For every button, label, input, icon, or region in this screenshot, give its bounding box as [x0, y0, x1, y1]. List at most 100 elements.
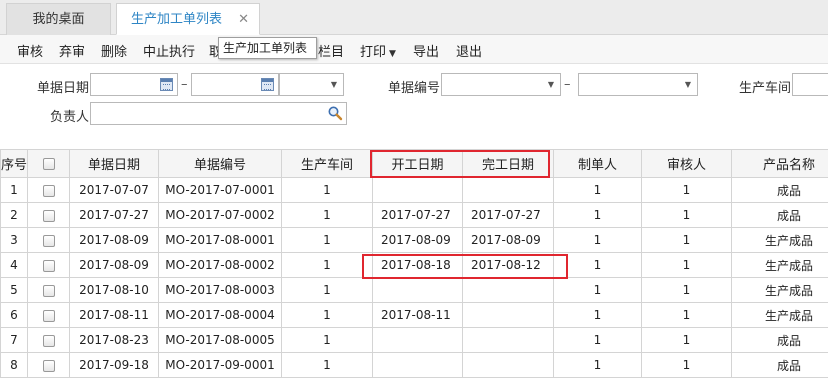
row-seq: 3 [0, 227, 28, 253]
row-end-date: 2017-08-09 [462, 227, 554, 253]
owner-input[interactable] [90, 102, 347, 125]
row-end-date [462, 277, 554, 303]
doc-number-from-select[interactable]: ▼ [441, 73, 561, 96]
select-all-checkbox[interactable] [42, 157, 55, 170]
column-header-workshop[interactable]: 生产车间 [281, 149, 373, 178]
table-row[interactable]: 4 2017-08-09 MO-2017-08-0002 1 2017-08-1… [0, 252, 828, 278]
row-doc-number[interactable]: MO-2017-07-0001 [158, 177, 282, 203]
chevron-down-icon: ▼ [330, 80, 337, 89]
row-product: 生产成品 [731, 252, 828, 278]
row-start-date [372, 177, 463, 203]
row-checkbox[interactable] [42, 259, 55, 272]
row-auditor: 1 [641, 227, 732, 253]
table-row[interactable]: 2 2017-07-27 MO-2017-07-0002 1 2017-07-2… [0, 202, 828, 228]
workshop-input[interactable] [792, 73, 828, 96]
row-end-date [462, 327, 554, 353]
row-select [27, 327, 70, 353]
row-product: 成品 [731, 202, 828, 228]
row-select [27, 227, 70, 253]
column-header-start-date[interactable]: 开工日期 [372, 149, 463, 178]
chevron-down-icon: ▼ [547, 80, 554, 89]
stop-execution-button[interactable]: 中止执行 [143, 41, 195, 60]
row-creator: 1 [553, 277, 642, 303]
row-creator: 1 [553, 327, 642, 353]
row-end-date [462, 177, 554, 203]
export-button[interactable]: 导出 [413, 41, 439, 60]
row-seq: 7 [0, 327, 28, 353]
exit-button[interactable]: 退出 [456, 41, 482, 60]
table-row[interactable]: 1 2017-07-07 MO-2017-07-0001 1 1 1 成品 [0, 177, 828, 203]
row-doc-number[interactable]: MO-2017-08-0001 [158, 227, 282, 253]
row-doc-number[interactable]: MO-2017-08-0002 [158, 252, 282, 278]
production-order-table: 序号 单据日期 单据编号 生产车间 开工日期 完工日期 制单人 审核人 产品名称… [0, 149, 828, 378]
unapprove-button[interactable]: 弃审 [59, 41, 85, 60]
doc-number-to-select[interactable]: ▼ [578, 73, 698, 96]
row-select [27, 302, 70, 328]
column-header-doc-number[interactable]: 单据编号 [158, 149, 282, 178]
row-select [27, 177, 70, 203]
row-checkbox[interactable] [42, 184, 55, 197]
row-creator: 1 [553, 202, 642, 228]
column-header-select[interactable] [27, 149, 70, 178]
row-end-date: 2017-07-27 [462, 202, 554, 228]
row-product: 生产成品 [731, 277, 828, 303]
row-product: 成品 [731, 327, 828, 353]
table-header-row: 序号 单据日期 单据编号 生产车间 开工日期 完工日期 制单人 审核人 产品名称 [0, 149, 828, 178]
date-to-input[interactable] [191, 73, 279, 96]
row-doc-number[interactable]: MO-2017-08-0003 [158, 277, 282, 303]
column-header-doc-date[interactable]: 单据日期 [69, 149, 159, 178]
range-dash: – [181, 77, 188, 92]
row-doc-date: 2017-08-09 [69, 227, 159, 253]
row-checkbox[interactable] [42, 209, 55, 222]
row-doc-number[interactable]: MO-2017-08-0004 [158, 302, 282, 328]
doc-number-label: 单据编号 [388, 81, 441, 96]
tab-production-order-list[interactable]: 生产加工单列表 ✕ [116, 3, 260, 35]
date-range-select[interactable]: ▼ [279, 73, 344, 96]
row-creator: 1 [553, 352, 642, 378]
delete-button[interactable]: 删除 [101, 41, 127, 60]
table-row[interactable]: 5 2017-08-10 MO-2017-08-0003 1 1 1 生产成品 [0, 277, 828, 303]
column-header-seq[interactable]: 序号 [0, 149, 28, 178]
row-start-date: 2017-08-09 [372, 227, 463, 253]
row-seq: 8 [0, 352, 28, 378]
table-row[interactable]: 7 2017-08-23 MO-2017-08-0005 1 1 1 成品 [0, 327, 828, 353]
calendar-icon[interactable] [160, 78, 173, 91]
column-header-creator[interactable]: 制单人 [553, 149, 642, 178]
table-row[interactable]: 3 2017-08-09 MO-2017-08-0001 1 2017-08-0… [0, 227, 828, 253]
chevron-down-icon: ▼ [389, 49, 396, 59]
date-from-input[interactable] [90, 73, 178, 96]
search-icon[interactable] [327, 105, 343, 121]
row-auditor: 1 [641, 252, 732, 278]
tab-bar: 我的桌面 生产加工单列表 ✕ [0, 0, 828, 35]
row-creator: 1 [553, 177, 642, 203]
row-doc-number[interactable]: MO-2017-07-0002 [158, 202, 282, 228]
tab-home[interactable]: 我的桌面 [6, 3, 111, 35]
row-seq: 6 [0, 302, 28, 328]
row-doc-number[interactable]: MO-2017-08-0005 [158, 327, 282, 353]
chevron-down-icon: ▼ [684, 80, 691, 89]
row-end-date [462, 352, 554, 378]
column-header-end-date[interactable]: 完工日期 [462, 149, 554, 178]
row-checkbox[interactable] [42, 309, 55, 322]
row-end-date: 2017-08-12 [462, 252, 554, 278]
calendar-icon[interactable] [261, 78, 274, 91]
approve-button[interactable]: 审核 [17, 41, 43, 60]
column-header-product[interactable]: 产品名称 [731, 149, 828, 178]
print-button[interactable]: 打印 ▼ [360, 41, 396, 60]
row-checkbox[interactable] [42, 359, 55, 372]
row-doc-date: 2017-08-11 [69, 302, 159, 328]
row-doc-number[interactable]: MO-2017-09-0001 [158, 352, 282, 378]
table-row[interactable]: 6 2017-08-11 MO-2017-08-0004 1 2017-08-1… [0, 302, 828, 328]
row-creator: 1 [553, 227, 642, 253]
row-doc-date: 2017-08-23 [69, 327, 159, 353]
column-header-auditor[interactable]: 审核人 [641, 149, 732, 178]
row-select [27, 202, 70, 228]
row-checkbox[interactable] [42, 234, 55, 247]
row-checkbox[interactable] [42, 334, 55, 347]
tab-home-label: 我的桌面 [32, 12, 85, 27]
columns-button[interactable]: 栏目 [318, 41, 344, 60]
row-workshop: 1 [281, 327, 373, 353]
close-icon[interactable]: ✕ [238, 4, 249, 35]
table-row[interactable]: 8 2017-09-18 MO-2017-09-0001 1 1 1 成品 [0, 352, 828, 378]
row-checkbox[interactable] [42, 284, 55, 297]
